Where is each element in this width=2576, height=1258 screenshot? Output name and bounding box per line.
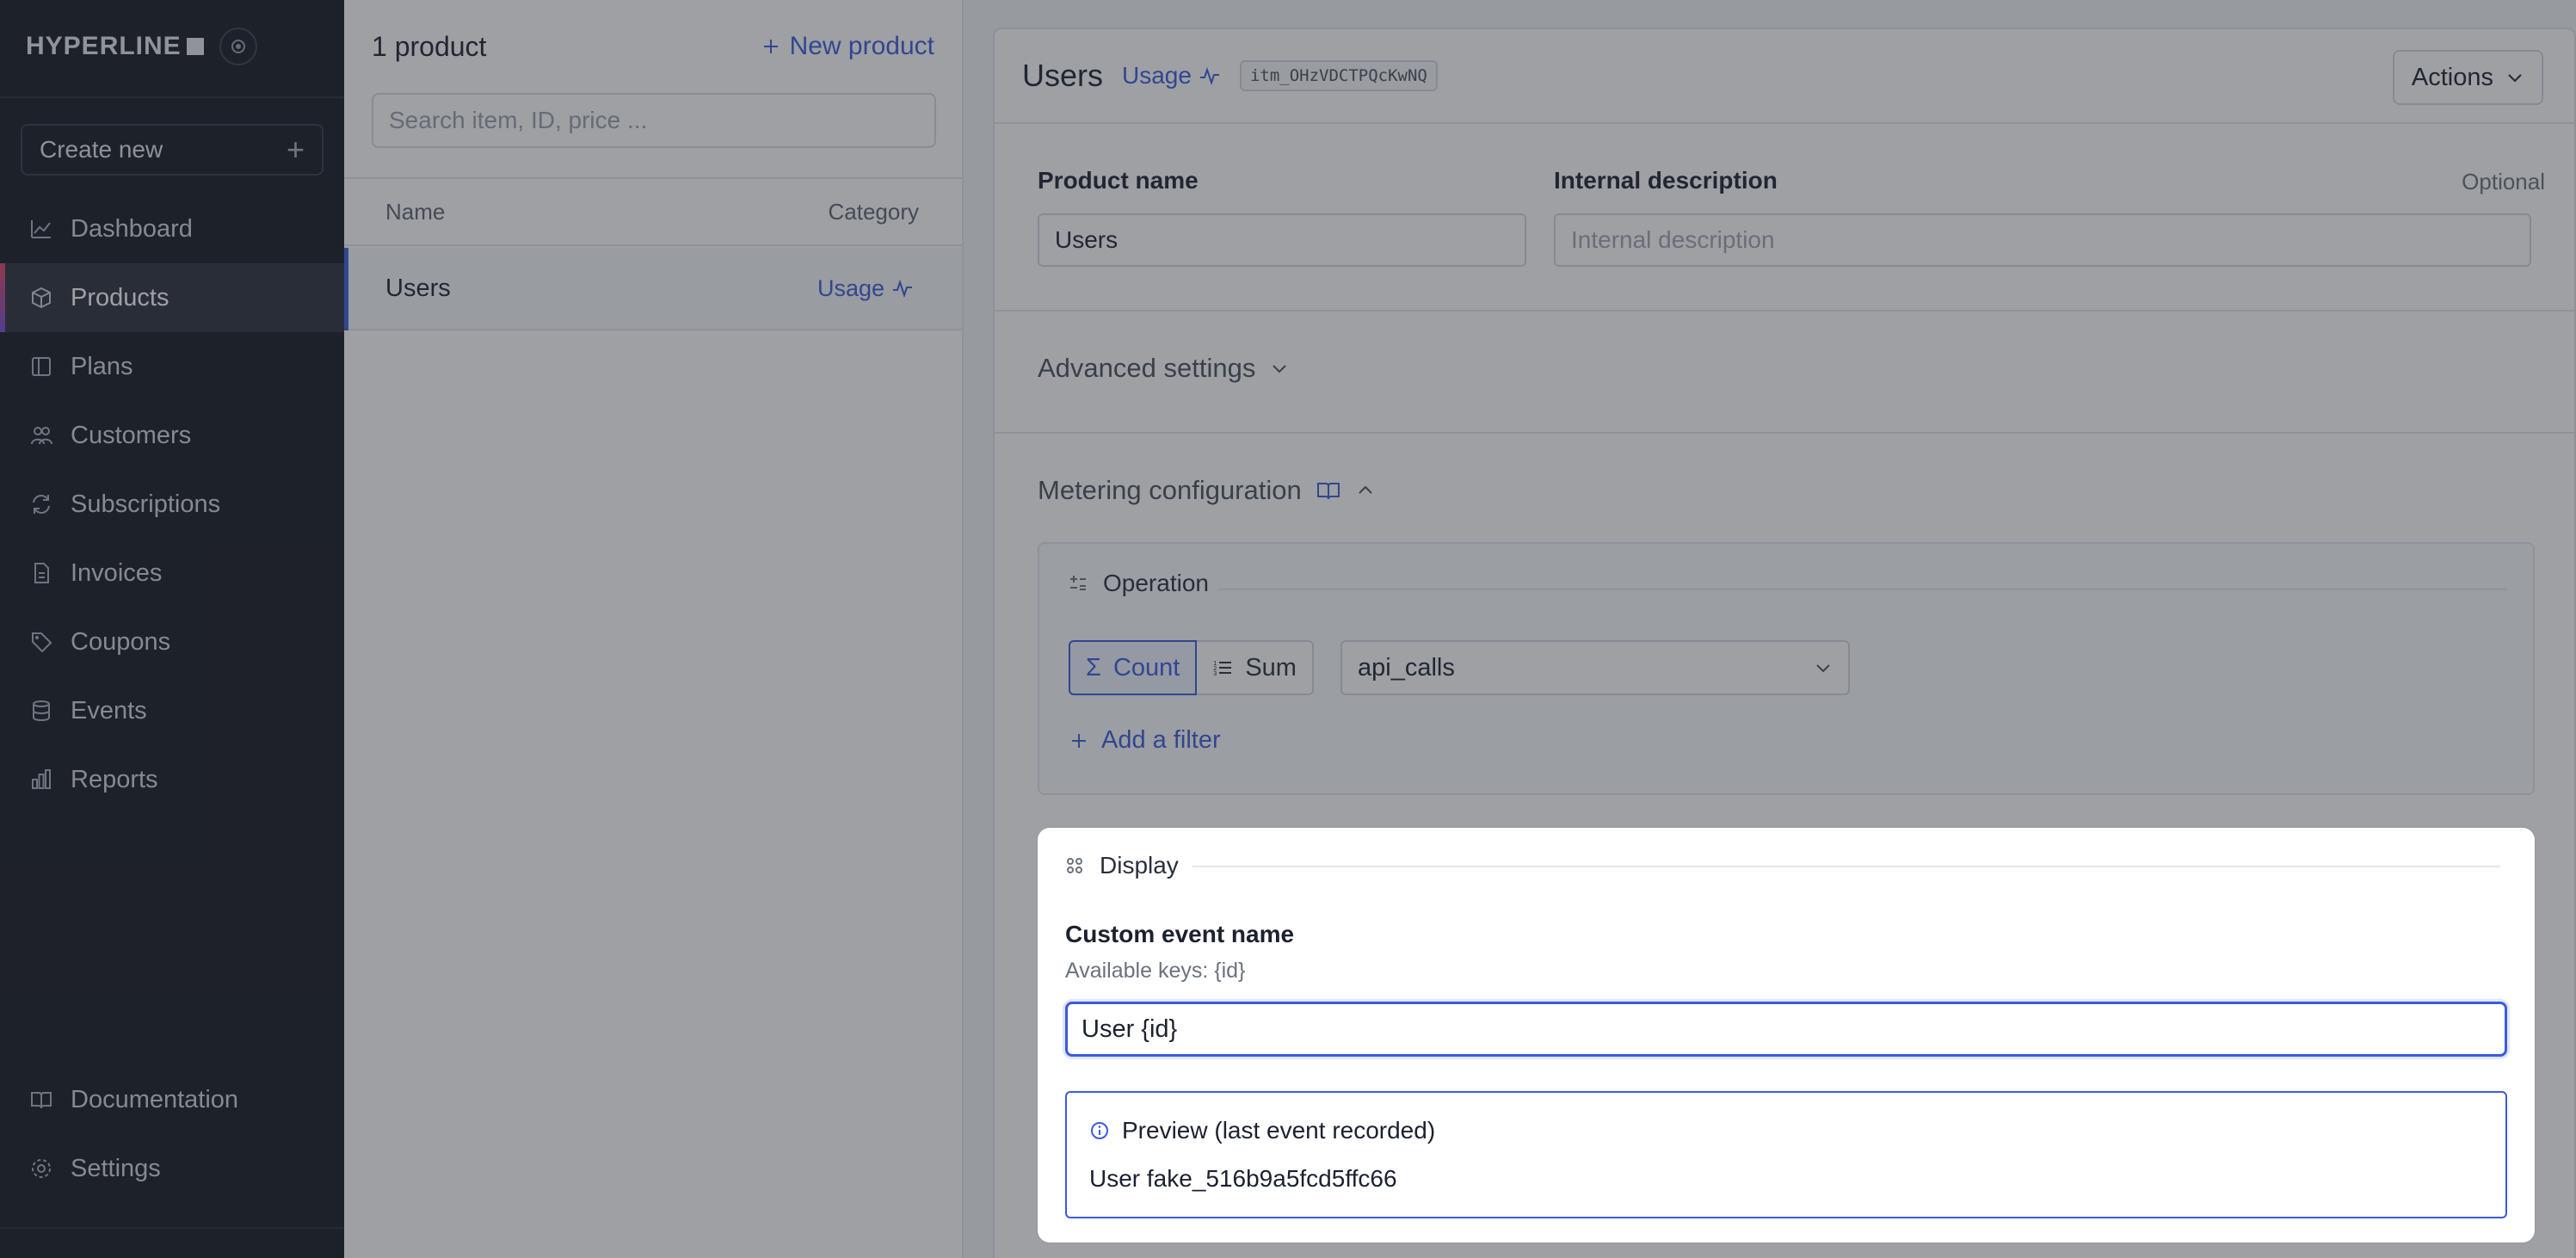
preview-box: Preview (last event recorded) User fake_… xyxy=(1065,1091,2507,1218)
available-keys-hint: Available keys: {id} xyxy=(1065,959,1246,983)
grid-icon xyxy=(1067,858,1082,873)
display-divider xyxy=(1192,866,2500,867)
preview-title: Preview (last event recorded) xyxy=(1122,1117,1436,1144)
display-section: Display Custom event name Available keys… xyxy=(1038,828,2535,1243)
display-header: Display xyxy=(1065,852,1179,879)
custom-event-name-label: Custom event name xyxy=(1065,921,1295,947)
display-title: Display xyxy=(1100,852,1179,879)
preview-value: User fake_516b9a5fcd5ffc66 xyxy=(1089,1165,1397,1192)
preview-header: Preview (last event recorded) xyxy=(1089,1117,1435,1144)
custom-event-name-input[interactable] xyxy=(1065,1002,2507,1057)
info-icon xyxy=(1091,1122,1108,1139)
